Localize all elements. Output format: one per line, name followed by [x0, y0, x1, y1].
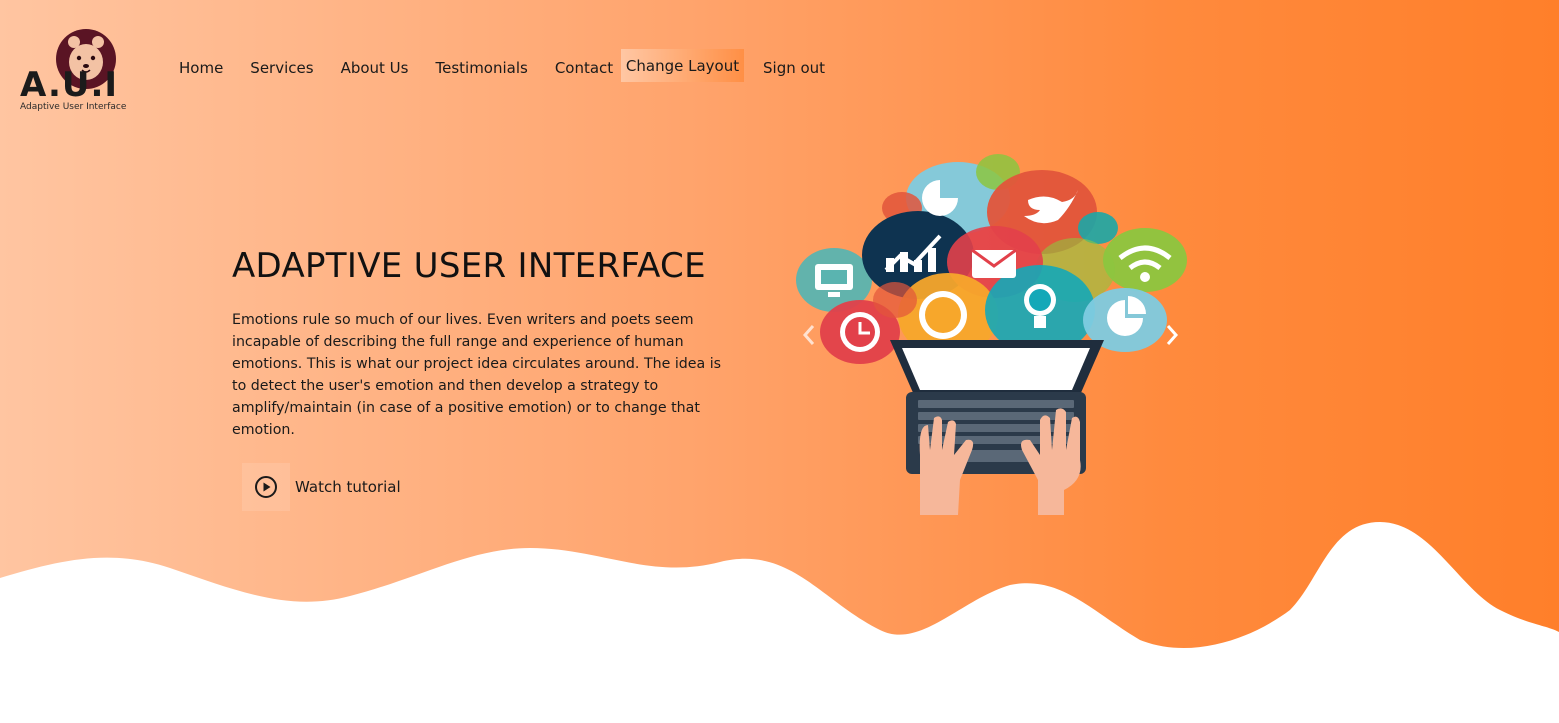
nav-contact[interactable]: Contact [555, 57, 613, 79]
change-layout-button[interactable]: Change Layout [621, 49, 744, 82]
watch-tutorial-label: Watch tutorial [295, 478, 401, 496]
watch-tutorial-button[interactable]: Watch tutorial [242, 463, 401, 511]
main-nav: Home Services About Us Testimonials Cont… [179, 57, 640, 79]
hero-description: Emotions rule so much of our lives. Even… [232, 312, 722, 438]
logo-subtitle: Adaptive User Interface [20, 102, 127, 112]
hero-illustration [796, 154, 1187, 515]
chevron-right-icon [1166, 325, 1179, 345]
sign-out-link[interactable]: Sign out [763, 57, 825, 79]
play-icon [255, 476, 277, 498]
brand-logo[interactable]: A.U.I Adaptive User Interface [18, 28, 140, 118]
play-button-box[interactable] [242, 463, 290, 511]
hero-title: ADAPTIVE USER INTERFACE [232, 246, 706, 286]
logo-text: A.U.I [20, 65, 119, 105]
nav-home[interactable]: Home [179, 57, 223, 79]
nav-about-us[interactable]: About Us [341, 57, 409, 79]
chevron-left-icon [802, 325, 815, 345]
carousel-next-button[interactable] [1164, 322, 1180, 353]
nav-services[interactable]: Services [250, 57, 313, 79]
carousel-prev-button[interactable] [801, 322, 817, 353]
nav-testimonials[interactable]: Testimonials [435, 57, 527, 79]
